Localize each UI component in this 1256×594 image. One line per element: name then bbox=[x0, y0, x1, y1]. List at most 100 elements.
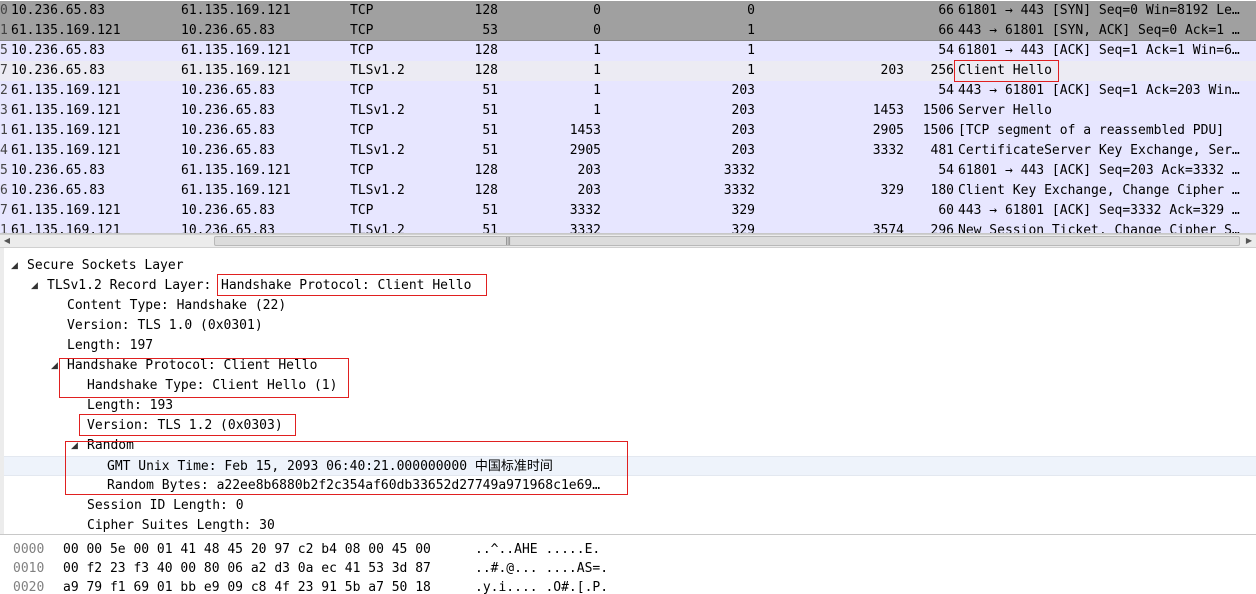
expand-triangle-icon[interactable]: ◢ bbox=[51, 356, 63, 376]
packet-ack: 203 bbox=[731, 83, 755, 98]
tree-ssl[interactable]: ◢ Secure Sockets Layer bbox=[4, 256, 1256, 276]
packet-info: Client Hello bbox=[958, 63, 1052, 78]
packet-length: 66 bbox=[938, 3, 954, 18]
tree-handshake-version[interactable]: Version: TLS 1.2 (0x0303) bbox=[4, 416, 1256, 436]
hex-ascii[interactable]: ..^..AHE .....E. bbox=[475, 540, 600, 559]
packet-destination: 61.135.169.121 bbox=[181, 43, 291, 58]
tree-label: TLSv1.2 Record Layer: bbox=[47, 278, 212, 293]
packet-length: 1506 bbox=[922, 123, 954, 138]
packet-tcp-length: 203 bbox=[880, 63, 904, 78]
expand-triangle-icon[interactable]: ◢ bbox=[11, 256, 23, 276]
packet-protocol: TCP bbox=[350, 3, 374, 18]
tree-label: Content Type: Handshake (22) bbox=[67, 298, 287, 313]
packet-tcp-length: 1453 bbox=[872, 103, 904, 118]
scrollbar-thumb[interactable] bbox=[214, 236, 1240, 246]
tree-label: Session ID Length: 0 bbox=[87, 498, 244, 513]
packet-ack: 329 bbox=[731, 203, 755, 218]
packet-row[interactable]: 2 61.135.169.121 10.236.65.83 TCP 51 1 203 54 44… bbox=[0, 81, 1256, 101]
packet-ack: 329 bbox=[731, 223, 755, 234]
tree-tls-record-layer[interactable]: ◢ TLSv1.2 Record Layer: Handshake Protoco… bbox=[4, 276, 1256, 296]
packet-row[interactable]: 5 10.236.65.83 61.135.169.121 TCP 128 1 1 54 618… bbox=[0, 41, 1256, 61]
packet-list[interactable]: 0 10.236.65.83 61.135.169.121 TCP 128 0 0 66 618… bbox=[0, 0, 1256, 234]
hex-offset: 0000 bbox=[13, 542, 45, 557]
packet-tcp-length: 329 bbox=[880, 183, 904, 198]
packet-protocol: TLSv1.2 bbox=[350, 103, 405, 118]
hex-bytes[interactable]: 00 00 5e 00 01 41 48 45 20 97 c2 b4 08 0… bbox=[63, 540, 431, 559]
expand-triangle-icon[interactable]: ◢ bbox=[31, 276, 43, 296]
packet-destination: 61.135.169.121 bbox=[181, 163, 291, 178]
packet-row[interactable]: 1 61.135.169.121 10.236.65.83 TCP 51 1453 203 2… bbox=[0, 121, 1256, 141]
tree-label: Length: 197 bbox=[67, 338, 154, 353]
packet-info: 443 → 61801 [ACK] Seq=3332 Ack=329 … bbox=[958, 203, 1240, 218]
tree-handshake-length[interactable]: Length: 193 bbox=[4, 396, 1256, 416]
packet-protocol: TCP bbox=[350, 83, 374, 98]
packet-length: 296 bbox=[930, 223, 954, 234]
packet-row[interactable]: 1 61.135.169.121 10.236.65.83 TCP 53 0 1 66 443 … bbox=[0, 21, 1256, 41]
packet-tcp-length: 2905 bbox=[872, 123, 904, 138]
packet-number: 1 bbox=[0, 223, 8, 234]
packet-seq: 1 bbox=[593, 63, 601, 78]
tree-cipher-suites-length[interactable]: Cipher Suites Length: 30 bbox=[4, 516, 1256, 534]
packet-protocol: TLSv1.2 bbox=[350, 223, 405, 234]
packet-ack: 3332 bbox=[723, 183, 755, 198]
hex-bytes[interactable]: 00 f2 23 f3 40 00 80 06 a2 d3 0a ec 41 5… bbox=[63, 559, 431, 578]
scroll-right-icon[interactable]: ▶ bbox=[1242, 235, 1256, 247]
packet-info: CertificateServer Key Exchange, Ser… bbox=[958, 143, 1240, 158]
packet-ack: 203 bbox=[731, 123, 755, 138]
packet-destination: 10.236.65.83 bbox=[181, 123, 275, 138]
packet-source: 10.236.65.83 bbox=[11, 43, 105, 58]
tree-random[interactable]: ◢ Random bbox=[4, 436, 1256, 456]
packet-row[interactable]: 1 61.135.169.121 10.236.65.83 TLSv1.2 51 3332… bbox=[0, 221, 1256, 234]
packet-ack: 203 bbox=[731, 143, 755, 158]
packet-destination: 61.135.169.121 bbox=[181, 3, 291, 18]
hex-ascii[interactable]: .y.i.... .O#.[.P. bbox=[475, 578, 608, 594]
packet-destination: 10.236.65.83 bbox=[181, 143, 275, 158]
packet-seq: 0 bbox=[593, 3, 601, 18]
tree-label: Length: 193 bbox=[87, 398, 174, 413]
packet-seq: 1 bbox=[593, 83, 601, 98]
tree-random-bytes[interactable]: Random Bytes: a22ee8b6880b2f2c354af60db3… bbox=[4, 476, 1256, 496]
packet-destination: 61.135.169.121 bbox=[181, 183, 291, 198]
packet-destination: 10.236.65.83 bbox=[181, 83, 275, 98]
tree-handshake-protocol[interactable]: ◢ Handshake Protocol: Client Hello bbox=[4, 356, 1256, 376]
packet-row[interactable]: 5 10.236.65.83 61.135.169.121 TCP 128 203 3332… bbox=[0, 161, 1256, 181]
packet-list-horizontal-scrollbar[interactable]: ◀ ||| ▶ bbox=[0, 234, 1256, 248]
packet-row[interactable]: 6 10.236.65.83 61.135.169.121 TLSv1.2 128 203… bbox=[0, 181, 1256, 201]
packet-row[interactable]: 0 10.236.65.83 61.135.169.121 TCP 128 0 0 66 618… bbox=[0, 1, 1256, 21]
tree-session-id-length[interactable]: Session ID Length: 0 bbox=[4, 496, 1256, 516]
hex-offset: 0020 bbox=[13, 580, 45, 594]
packet-seq: 3332 bbox=[569, 203, 601, 218]
expand-triangle-icon[interactable]: ◢ bbox=[71, 436, 83, 456]
tree-label: Random Bytes: a22ee8b6880b2f2c354af60db3… bbox=[107, 478, 601, 493]
packet-info: New Session Ticket, Change Cipher S… bbox=[958, 223, 1240, 234]
packet-ttl: 51 bbox=[482, 203, 498, 218]
packet-row[interactable]: 4 61.135.169.121 10.236.65.83 TLSv1.2 51 2905… bbox=[0, 141, 1256, 161]
hex-bytes[interactable]: a9 79 f1 69 01 bb e9 09 c8 4f 23 91 5b a… bbox=[63, 578, 431, 594]
tree-label: Handshake Type: Client Hello (1) bbox=[87, 378, 338, 393]
packet-protocol: TCP bbox=[350, 163, 374, 178]
tree-label: Handshake Protocol: Client Hello bbox=[67, 358, 318, 373]
packet-row[interactable]: 7 61.135.169.121 10.236.65.83 TCP 51 3332 329 6… bbox=[0, 201, 1256, 221]
packet-length: 180 bbox=[930, 183, 954, 198]
packet-row[interactable]: 3 61.135.169.121 10.236.65.83 TLSv1.2 51 1 203… bbox=[0, 101, 1256, 121]
tree-record-length[interactable]: Length: 197 bbox=[4, 336, 1256, 356]
tree-content-type[interactable]: Content Type: Handshake (22) bbox=[4, 296, 1256, 316]
packet-info: 443 → 61801 [ACK] Seq=1 Ack=203 Win… bbox=[958, 83, 1240, 98]
packet-details-tree[interactable]: ◢ Secure Sockets Layer ◢ TLSv1.2 Record Lay… bbox=[0, 248, 1256, 534]
tree-gmt-unix-time[interactable]: GMT Unix Time: Feb 15, 2093 06:40:21.000… bbox=[4, 456, 1256, 476]
packet-source: 61.135.169.121 bbox=[11, 83, 121, 98]
scroll-left-icon[interactable]: ◀ bbox=[0, 235, 14, 247]
packet-destination: 10.236.65.83 bbox=[181, 223, 275, 234]
packet-tcp-length: 3574 bbox=[872, 223, 904, 234]
packet-ack: 1 bbox=[747, 23, 755, 38]
packet-source: 61.135.169.121 bbox=[11, 23, 121, 38]
tree-handshake-type[interactable]: Handshake Type: Client Hello (1) bbox=[4, 376, 1256, 396]
tree-label-suffix: Handshake Protocol: Client Hello bbox=[221, 278, 472, 293]
packet-row[interactable]: 7 10.236.65.83 61.135.169.121 TLSv1.2 128 1 1 2… bbox=[0, 61, 1256, 81]
packet-seq: 3332 bbox=[569, 223, 601, 234]
packet-number: 3 bbox=[0, 103, 8, 118]
hex-ascii[interactable]: ..#.@... ....AS=. bbox=[475, 559, 608, 578]
tree-record-version[interactable]: Version: TLS 1.0 (0x0301) bbox=[4, 316, 1256, 336]
packet-bytes-pane[interactable]: 0000 00 00 5e 00 01 41 48 45 20 97 c2 b4 … bbox=[0, 534, 1256, 594]
packet-seq: 2905 bbox=[569, 143, 601, 158]
